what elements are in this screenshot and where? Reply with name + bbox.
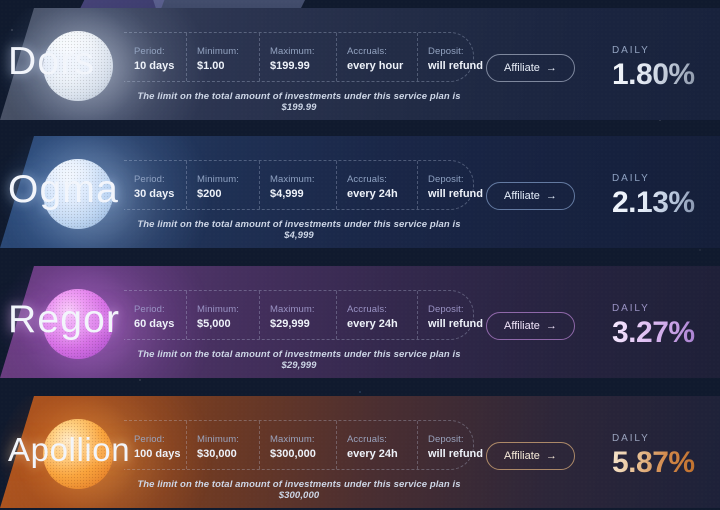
detail-label-maximum: Maximum: <box>270 46 315 58</box>
detail-label-accruals: Accruals: <box>347 304 387 316</box>
plan-row[interactable]: Apollion Period: 100 days Minimum: $30,000 Ma… <box>0 396 720 508</box>
detail-cell-minimum: Minimum: $1.00 <box>187 33 260 81</box>
detail-value-minimum: $5,000 <box>197 317 231 330</box>
detail-label-period: Period: <box>134 174 165 186</box>
detail-cell-minimum: Minimum: $200 <box>187 161 260 209</box>
detail-cell-maximum: Maximum: $29,999 <box>260 291 337 339</box>
detail-value-period: 60 days <box>134 317 175 330</box>
arrow-right-icon: → <box>545 449 557 462</box>
detail-label-accruals: Accruals: <box>347 434 387 446</box>
detail-cell-accruals: Accruals: every 24h <box>337 161 418 209</box>
detail-cell-period: Period: 30 days <box>124 161 187 209</box>
detail-label-period: Period: <box>134 434 165 446</box>
daily-rate-label: DAILY <box>612 303 650 314</box>
detail-label-deposit: Deposit: <box>428 304 464 316</box>
detail-value-accruals: every 24h <box>347 317 398 330</box>
detail-label-maximum: Maximum: <box>270 304 315 316</box>
plan-details: Period: 30 days Minimum: $200 Maximum: $4,999… <box>124 160 483 241</box>
detail-cell-accruals: Accruals: every hour <box>337 33 418 81</box>
plan-name: Ogma <box>8 168 120 211</box>
affiliate-button-label: Affiliate <box>504 450 540 462</box>
affiliate-button[interactable]: Affiliate → <box>486 54 575 82</box>
plan-list: Dors Period: 10 days Minimum: $1.00 Maximum: $… <box>0 0 720 510</box>
detail-value-accruals: every 24h <box>347 447 398 460</box>
detail-value-maximum: $29,999 <box>270 317 310 330</box>
detail-label-deposit: Deposit: <box>428 46 464 58</box>
detail-label-period: Period: <box>134 46 165 58</box>
daily-rate-value: 1.80% <box>612 58 695 91</box>
detail-value-maximum: $4,999 <box>270 187 304 200</box>
daily-rate-value: 2.13% <box>612 186 695 219</box>
plan-details-table: Period: 10 days Minimum: $1.00 Maximum: $199.… <box>124 32 483 82</box>
daily-rate-label: DAILY <box>612 433 650 444</box>
detail-cell-minimum: Minimum: $30,000 <box>187 421 260 469</box>
plans-page: Dors Period: 10 days Minimum: $1.00 Maximum: $… <box>0 0 720 510</box>
detail-cell-minimum: Minimum: $5,000 <box>187 291 260 339</box>
plan-limit-note: The limit on the total amount of investm… <box>137 91 461 113</box>
detail-cell-period: Period: 100 days <box>124 421 187 469</box>
arrow-right-icon: → <box>545 189 557 202</box>
plan-name: Dors <box>8 40 96 83</box>
detail-label-period: Period: <box>134 304 165 316</box>
detail-cell-maximum: Maximum: $199.99 <box>260 33 337 81</box>
plan-limit-note: The limit on the total amount of investm… <box>137 219 461 241</box>
daily-rate-label: DAILY <box>612 45 650 56</box>
detail-label-accruals: Accruals: <box>347 174 387 186</box>
daily-rate-value: 3.27% <box>612 316 695 349</box>
daily-rate: DAILY 3.27% <box>612 304 695 348</box>
detail-cell-maximum: Maximum: $4,999 <box>260 161 337 209</box>
detail-label-minimum: Minimum: <box>197 174 239 186</box>
plan-details-table: Period: 100 days Minimum: $30,000 Maximum: $3… <box>124 420 483 470</box>
detail-value-maximum: $199.99 <box>270 59 310 72</box>
detail-label-minimum: Minimum: <box>197 304 239 316</box>
detail-label-deposit: Deposit: <box>428 174 464 186</box>
affiliate-button[interactable]: Affiliate → <box>486 312 575 340</box>
detail-cell-accruals: Accruals: every 24h <box>337 421 418 469</box>
plan-row[interactable]: Regor Period: 60 days Minimum: $5,000 Maximum… <box>0 266 720 378</box>
daily-rate: DAILY 5.87% <box>612 434 695 478</box>
detail-value-accruals: every hour <box>347 59 404 72</box>
detail-value-accruals: every 24h <box>347 187 398 200</box>
detail-cell-period: Period: 10 days <box>124 33 187 81</box>
detail-cell-period: Period: 60 days <box>124 291 187 339</box>
daily-rate-label: DAILY <box>612 173 650 184</box>
plan-details-table: Period: 30 days Minimum: $200 Maximum: $4,999… <box>124 160 483 210</box>
affiliate-button[interactable]: Affiliate → <box>486 442 575 470</box>
detail-value-period: 10 days <box>134 59 175 72</box>
detail-label-maximum: Maximum: <box>270 174 315 186</box>
plan-details: Period: 10 days Minimum: $1.00 Maximum: $199.… <box>124 32 483 113</box>
plan-row[interactable]: Dors Period: 10 days Minimum: $1.00 Maximum: $… <box>0 8 720 120</box>
detail-cell-maximum: Maximum: $300,000 <box>260 421 337 469</box>
affiliate-button-label: Affiliate <box>504 320 540 332</box>
plan-name: Apollion <box>8 431 131 468</box>
detail-cell-accruals: Accruals: every 24h <box>337 291 418 339</box>
detail-label-minimum: Minimum: <box>197 434 239 446</box>
plan-limit-note: The limit on the total amount of investm… <box>137 479 461 501</box>
arrow-right-icon: → <box>545 319 557 332</box>
detail-value-period: 30 days <box>134 187 175 200</box>
detail-value-period: 100 days <box>134 447 181 460</box>
plan-details-table: Period: 60 days Minimum: $5,000 Maximum: $29,… <box>124 290 483 340</box>
detail-label-maximum: Maximum: <box>270 434 315 446</box>
affiliate-button-label: Affiliate <box>504 190 540 202</box>
daily-rate: DAILY 1.80% <box>612 46 695 90</box>
plan-details: Period: 100 days Minimum: $30,000 Maximum: $3… <box>124 420 483 501</box>
detail-label-accruals: Accruals: <box>347 46 387 58</box>
detail-value-maximum: $300,000 <box>270 447 316 460</box>
plan-limit-note: The limit on the total amount of investm… <box>137 349 461 371</box>
plan-row[interactable]: Ogma Period: 30 days Minimum: $200 Maximum: $4… <box>0 136 720 248</box>
arrow-right-icon: → <box>545 61 557 74</box>
affiliate-button-label: Affiliate <box>504 62 540 74</box>
detail-value-minimum: $30,000 <box>197 447 237 460</box>
detail-label-deposit: Deposit: <box>428 434 464 446</box>
daily-rate-value: 5.87% <box>612 446 695 479</box>
affiliate-button[interactable]: Affiliate → <box>486 182 575 210</box>
plan-details: Period: 60 days Minimum: $5,000 Maximum: $29,… <box>124 290 483 371</box>
plan-name: Regor <box>8 298 121 341</box>
detail-value-minimum: $1.00 <box>197 59 225 72</box>
daily-rate: DAILY 2.13% <box>612 174 695 218</box>
detail-label-minimum: Minimum: <box>197 46 239 58</box>
detail-value-minimum: $200 <box>197 187 222 200</box>
